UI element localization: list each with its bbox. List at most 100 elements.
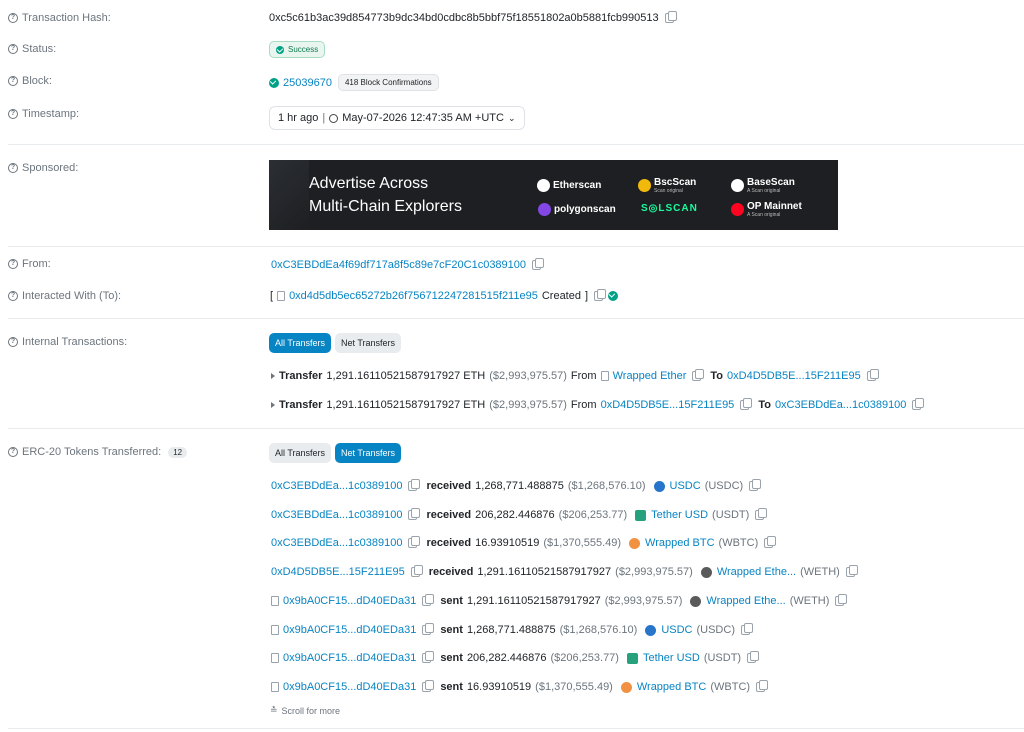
copy-icon[interactable] (532, 258, 545, 270)
from-address-link[interactable]: 0xC3EBDdEa4f69df717a8f5c89e7cF20C1c03891… (271, 259, 526, 271)
copy-icon[interactable] (422, 623, 435, 635)
erc20-tab-all-transfers[interactable]: All Transfers (269, 443, 332, 463)
sponsored-label: ? Sponsored: (8, 162, 78, 174)
to-label-text: Interacted With (To): (22, 290, 122, 302)
help-icon[interactable]: ? (8, 259, 18, 269)
erc20-verb: sent (440, 652, 463, 664)
help-icon[interactable]: ? (8, 447, 18, 457)
status-label: ? Status: (8, 43, 56, 55)
contract-icon (271, 682, 279, 692)
erc20-usd: ($1,370,555.49) (543, 537, 622, 549)
erc20-token-symbol: (USDT) (712, 509, 750, 521)
copy-icon[interactable] (410, 565, 423, 577)
copy-icon[interactable] (740, 398, 753, 410)
transfer-usd: ($2,993,975.57) (489, 370, 567, 382)
help-icon[interactable]: ? (8, 76, 18, 86)
copy-icon[interactable] (422, 651, 435, 663)
internal-tab-net-transfers[interactable]: Net Transfers (335, 333, 402, 353)
copy-icon[interactable] (408, 508, 421, 520)
erc20-address-link[interactable]: 0x9bA0CF15...dD40EDa31 (283, 681, 416, 693)
erc20-token-link[interactable]: USDC (670, 480, 701, 492)
double-chevron-down-icon: ≛ (270, 705, 278, 715)
to-address-link[interactable]: 0xd4d5db5ec65272b26f756712247281515f211e… (289, 290, 538, 302)
status-label-text: Status: (22, 43, 57, 55)
contract-icon (600, 371, 609, 381)
erc20-address-link[interactable]: 0xC3EBDdEa...1c0389100 (271, 537, 402, 549)
timestamp-dropdown[interactable]: 1 hr ago | May-07-2026 12:47:35 AM +UTC … (269, 106, 525, 130)
erc20-row: 0xC3EBDdEa...1c0389100 received 206,282.… (271, 508, 768, 521)
copy-icon[interactable] (866, 369, 879, 381)
block-number-link[interactable]: 25039670 (283, 77, 332, 89)
copy-icon[interactable] (594, 289, 607, 301)
erc20-verb: received (426, 480, 472, 492)
copy-icon[interactable] (912, 398, 925, 410)
erc20-token-link[interactable]: USDC (661, 624, 692, 636)
erc20-row: 0x9bA0CF15...dD40EDa31 sent 1,291.161105… (271, 594, 848, 607)
erc20-token-link[interactable]: Tether USD (651, 509, 708, 521)
basescan-logo: BaseScan A Scan original (731, 177, 795, 194)
copy-icon[interactable] (749, 479, 762, 491)
transfer-from-link[interactable]: Wrapped Ether (613, 370, 687, 382)
tx-hash-value: 0xc5c61b3ac39d854773b9dc34bd0cdbc8b5bbf7… (269, 11, 677, 24)
help-icon[interactable]: ? (8, 13, 18, 23)
copy-icon[interactable] (422, 594, 435, 606)
tx-hash-label-text: Transaction Hash: (22, 12, 111, 24)
copy-icon[interactable] (845, 565, 858, 577)
verified-check-icon (608, 291, 619, 301)
scroll-for-more[interactable]: ≛ Scroll for more (270, 705, 340, 716)
erc20-usd: ($2,993,975.57) (615, 566, 693, 578)
sponsored-banner[interactable]: Advertise Across Multi-Chain Explorers E… (269, 160, 838, 230)
etherscan-icon (537, 179, 550, 192)
copy-icon[interactable] (756, 680, 769, 692)
erc20-address-link[interactable]: 0xD4D5DB5E...15F211E95 (271, 566, 405, 578)
timestamp-ago: 1 hr ago (278, 112, 319, 124)
transfer-to-link[interactable]: 0xC3EBDdEa...1c0389100 (775, 399, 906, 411)
divider (8, 318, 1024, 319)
contract-icon (277, 291, 286, 301)
help-icon[interactable]: ? (8, 337, 18, 347)
erc20-address-link[interactable]: 0x9bA0CF15...dD40EDa31 (283, 595, 416, 607)
help-icon[interactable]: ? (8, 44, 18, 54)
internal-label: ? Internal Transactions: (8, 336, 127, 348)
copy-icon[interactable] (755, 508, 768, 520)
erc20-label: ? ERC-20 Tokens Transferred: 12 (8, 446, 188, 458)
usdc-icon (645, 624, 657, 636)
copy-icon[interactable] (692, 369, 705, 381)
transfer-from-link[interactable]: 0xD4D5DB5E...15F211E95 (601, 399, 735, 411)
copy-icon[interactable] (740, 623, 753, 635)
internal-tab-all-transfers[interactable]: All Transfers (269, 333, 332, 353)
copy-icon[interactable] (408, 536, 421, 548)
erc20-label-text: ERC-20 Tokens Transferred: (22, 446, 162, 458)
erc20-token-link[interactable]: Wrapped Ethe... (717, 566, 796, 578)
erc20-amount: 1,268,771.488875 (466, 624, 556, 636)
erc20-address-link[interactable]: 0x9bA0CF15...dD40EDa31 (283, 624, 416, 636)
caret-right-icon[interactable] (271, 402, 275, 408)
erc20-token-link[interactable]: Wrapped BTC (645, 537, 715, 549)
help-icon[interactable]: ? (8, 163, 18, 173)
chevron-down-icon: ⌄ (507, 112, 516, 123)
erc20-token-link[interactable]: Wrapped Ethe... (706, 595, 785, 607)
block-confirmations-badge: 418 Block Confirmations (337, 74, 439, 91)
erc20-address-link[interactable]: 0x9bA0CF15...dD40EDa31 (283, 652, 416, 664)
erc20-address-link[interactable]: 0xC3EBDdEa...1c0389100 (271, 480, 402, 492)
copy-icon[interactable] (422, 680, 435, 692)
erc20-tab-net-transfers[interactable]: Net Transfers (335, 443, 402, 463)
basescan-subtext: A Scan original (747, 188, 781, 194)
transfer-to-link[interactable]: 0xD4D5DB5E...15F211E95 (727, 370, 861, 382)
created-text: Created (541, 290, 581, 302)
copy-icon[interactable] (747, 651, 760, 663)
copy-icon[interactable] (764, 536, 777, 548)
timestamp-value: 1 hr ago | May-07-2026 12:47:35 AM +UTC … (269, 106, 525, 130)
copy-icon[interactable] (835, 594, 848, 606)
copy-icon[interactable] (664, 11, 677, 23)
erc20-token-symbol: (WETH) (789, 595, 830, 607)
help-icon[interactable]: ? (8, 291, 18, 301)
erc20-usd: ($206,253.77) (550, 652, 619, 664)
help-icon[interactable]: ? (8, 109, 18, 119)
copy-icon[interactable] (408, 479, 421, 491)
etherscan-logo: Etherscan (537, 179, 601, 192)
caret-right-icon[interactable] (271, 373, 275, 379)
erc20-token-link[interactable]: Tether USD (643, 652, 700, 664)
erc20-address-link[interactable]: 0xC3EBDdEa...1c0389100 (271, 509, 402, 521)
erc20-token-link[interactable]: Wrapped BTC (637, 681, 707, 693)
